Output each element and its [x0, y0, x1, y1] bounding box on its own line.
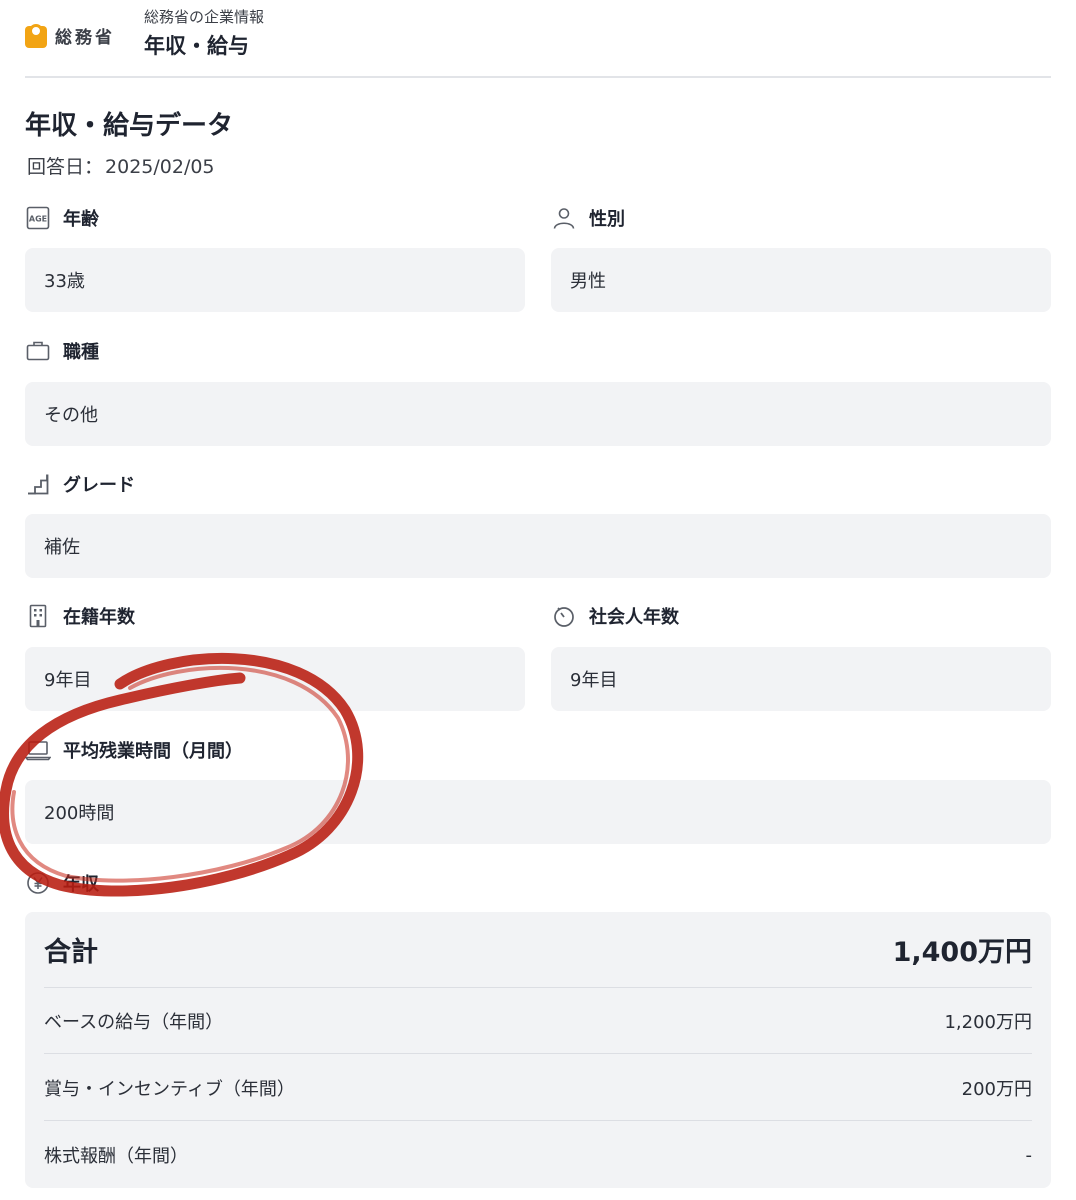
timer-icon	[551, 603, 577, 629]
tenure-label-text: 在籍年数	[63, 607, 135, 628]
tenure-value: 9年目	[25, 647, 525, 711]
age-label: AGE 年齢	[25, 205, 99, 231]
grade-label: グレード	[25, 471, 135, 497]
income-row-label: 株式報酬（年間）	[44, 1146, 188, 1167]
career-years-label-text: 社会人年数	[589, 607, 679, 628]
income-row: 株式報酬（年間） -	[44, 1122, 1032, 1188]
income-total-label: 合計	[44, 937, 98, 968]
logo-text: 総務省	[55, 27, 115, 48]
person-icon	[551, 205, 577, 231]
overtime-value: 200時間	[25, 780, 1051, 844]
income-row-label: 賞与・インセンティブ（年間）	[44, 1078, 295, 1100]
logo-mark-icon	[25, 24, 47, 48]
company-subtitle[interactable]: 総務省の企業情報	[144, 6, 264, 27]
income-total-row: 合計 1,400万円	[44, 912, 1032, 988]
income-total-value: 1,400万円	[892, 937, 1032, 968]
stairs-icon	[25, 471, 51, 497]
answer-date-value: 2025/02/05	[105, 156, 215, 178]
answer-date-label: 回答日：	[27, 156, 104, 178]
income-row: ベースの給与（年間） 1,200万円	[44, 988, 1032, 1054]
grade-label-text: グレード	[63, 475, 135, 496]
income-row-label: ベースの給与（年間）	[44, 1011, 224, 1033]
answer-date: 回答日： 2025/02/05	[25, 152, 215, 179]
section-title: 年収・給与データ	[25, 111, 234, 141]
income-row-value: 200万円	[961, 1078, 1032, 1100]
site-header: 総務省 総務省の企業情報 年収・給与	[25, 0, 1051, 78]
grade-value: 補佐	[25, 514, 1051, 578]
income-row-value: -	[1025, 1144, 1033, 1166]
ministry-logo[interactable]: 総務省	[25, 20, 115, 50]
gender-label: 性別	[551, 205, 625, 231]
income-breakdown-card: 合計 1,400万円 ベースの給与（年間） 1,200万円 賞与・インセンティブ…	[25, 912, 1051, 1188]
job-type-label-text: 職種	[63, 342, 99, 363]
briefcase-icon	[25, 338, 51, 364]
annual-income-label-text: 年収	[63, 874, 99, 895]
annual-income-label: 年収	[25, 870, 99, 896]
income-row: 賞与・インセンティブ（年間） 200万円	[44, 1055, 1032, 1121]
job-type-value: その他	[25, 382, 1051, 446]
age-value: 33歳	[25, 248, 525, 312]
overtime-label: 平均残業時間（月間）	[25, 737, 243, 763]
career-years-label: 社会人年数	[551, 603, 679, 629]
age-label-text: 年齢	[63, 209, 99, 230]
svg-text:AGE: AGE	[29, 215, 47, 224]
income-row-value: 1,200万円	[944, 1011, 1032, 1033]
career-years-value: 9年目	[551, 647, 1051, 711]
page-name: 年収・給与	[144, 34, 249, 58]
job-type-label: 職種	[25, 338, 99, 364]
age-icon: AGE	[25, 205, 51, 231]
tenure-label: 在籍年数	[25, 603, 135, 629]
gender-label-text: 性別	[589, 209, 625, 230]
gender-value: 男性	[551, 248, 1051, 312]
yen-icon	[25, 870, 51, 896]
overtime-label-text: 平均残業時間（月間）	[63, 741, 243, 762]
building-icon	[25, 603, 51, 629]
laptop-icon	[25, 737, 51, 763]
